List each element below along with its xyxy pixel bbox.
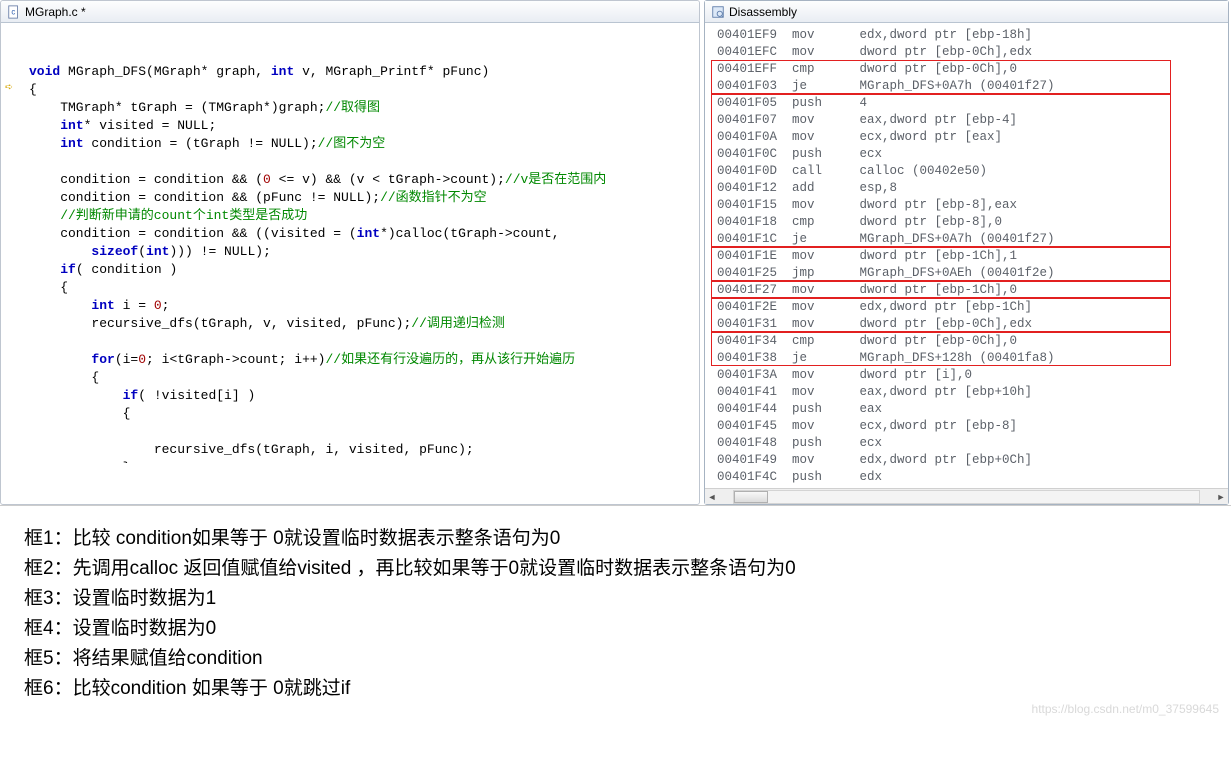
disasm-line: 00401F44 push eax (717, 401, 1220, 418)
disasm-line: 00401F27 mov dword ptr [ebp-1Ch],0 (717, 282, 1220, 299)
disasm-line: 00401F1C je MGraph_DFS+0A7h (00401f27) (717, 231, 1220, 248)
code-line: { (29, 370, 99, 385)
disasm-line: 00401F2E mov edx,dword ptr [ebp-1Ch] (717, 299, 1220, 316)
comment: //调用递归检测 (411, 316, 505, 331)
comment: //图不为空 (318, 136, 386, 151)
disasm-line: 00401F38 je MGraph_DFS+128h (00401fa8) (717, 350, 1220, 367)
disassembly-listing[interactable]: 00401EF9 mov edx,dword ptr [ebp-18h]0040… (705, 23, 1228, 488)
disasm-line: 00401F03 je MGraph_DFS+0A7h (00401f27) (717, 78, 1220, 95)
code-tab-title: MGraph.c * (25, 5, 86, 19)
code-line: recursive_dfs(tGraph, i, visited, pFunc)… (29, 442, 474, 457)
disasm-line: 00401F12 add esp,8 (717, 180, 1220, 197)
code-editor[interactable]: ➪ void MGraph_DFS(MGraph* graph, int v, … (1, 23, 699, 463)
disasm-line: 00401F0A mov ecx,dword ptr [eax] (717, 129, 1220, 146)
disassembly-panel: Disassembly 00401EF9 mov edx,dword ptr [… (704, 0, 1229, 505)
disasm-line: 00401F0C push ecx (717, 146, 1220, 163)
disasm-line: 00401F0D call calloc (00402e50) (717, 163, 1220, 180)
code-panel: c MGraph.c * ➪ void MGraph_DFS(MGraph* g… (0, 0, 700, 505)
comment: //函数指针不为空 (380, 190, 487, 205)
note-line: 框2：先调用calloc 返回值赋值给visited ，再比较如果等于0就设置临… (24, 554, 1207, 584)
note-line: 框6：比较condition 如果等于 0就跳过if (24, 674, 1207, 704)
disasm-line: 00401EFF cmp dword ptr [ebp-0Ch],0 (717, 61, 1220, 78)
disasm-line: 00401F34 cmp dword ptr [ebp-0Ch],0 (717, 333, 1220, 350)
disasm-line: 00401F41 mov eax,dword ptr [ebp+10h] (717, 384, 1220, 401)
disasm-line: 00401EFC mov dword ptr [ebp-0Ch],edx (717, 44, 1220, 61)
code-tab[interactable]: c MGraph.c * (1, 1, 699, 23)
breakpoint-icon[interactable]: ➪ (5, 79, 19, 93)
scroll-track[interactable] (733, 490, 1200, 504)
comment: //判断新申请的count个int类型是否成功 (29, 208, 307, 223)
disasm-line: 00401F15 mov dword ptr [ebp-8],eax (717, 197, 1220, 214)
disasm-line: 00401EF9 mov edx,dword ptr [ebp-18h] (717, 27, 1220, 44)
disasm-line: 00401F48 push ecx (717, 435, 1220, 452)
code-line: { (29, 280, 68, 295)
comment: //如果还有行没遍历的，再从该行开始遍历 (325, 352, 575, 367)
svg-text:c: c (11, 8, 15, 17)
comment: //取得图 (325, 100, 380, 115)
disasm-line: 00401F49 mov edx,dword ptr [ebp+0Ch] (717, 452, 1220, 469)
disasm-line: 00401F07 mov eax,dword ptr [ebp-4] (717, 112, 1220, 129)
disassembly-tab[interactable]: Disassembly (705, 1, 1228, 23)
code-line: { (29, 406, 130, 421)
annotation-notes: 框1：比较 condition如果等于 0就设置临时数据表示整条语句为0框2：先… (0, 506, 1231, 722)
disassembly-tab-title: Disassembly (729, 5, 797, 19)
disasm-line: 00401F31 mov dword ptr [ebp-0Ch],edx (717, 316, 1220, 333)
code-line: { (29, 82, 37, 97)
disasm-line: 00401F05 push 4 (717, 95, 1220, 112)
c-file-icon: c (7, 5, 21, 19)
scroll-right-icon[interactable]: ► (1214, 490, 1228, 504)
disasm-line: 00401F18 cmp dword ptr [ebp-8],0 (717, 214, 1220, 231)
horizontal-scrollbar[interactable]: ◄ ► (705, 488, 1228, 504)
disasm-line: 00401F1E mov dword ptr [ebp-1Ch],1 (717, 248, 1220, 265)
comment: //v是否在范围内 (505, 172, 606, 187)
scroll-thumb[interactable] (734, 491, 768, 503)
disassembly-icon (711, 5, 725, 19)
note-line: 框4：设置临时数据为0 (24, 614, 1207, 644)
note-line: 框1：比较 condition如果等于 0就设置临时数据表示整条语句为0 (24, 524, 1207, 554)
disasm-line: 00401F45 mov ecx,dword ptr [ebp-8] (717, 418, 1220, 435)
note-line: 框3：设置临时数据为1 (24, 584, 1207, 614)
disasm-line: 00401F4C push edx (717, 469, 1220, 486)
code-line: } (29, 460, 130, 463)
disasm-line: 00401F3A mov dword ptr [i],0 (717, 367, 1220, 384)
disasm-line: 00401F25 jmp MGraph_DFS+0AEh (00401f2e) (717, 265, 1220, 282)
scroll-left-icon[interactable]: ◄ (705, 490, 719, 504)
note-line: 框5：将结果赋值给condition (24, 644, 1207, 674)
